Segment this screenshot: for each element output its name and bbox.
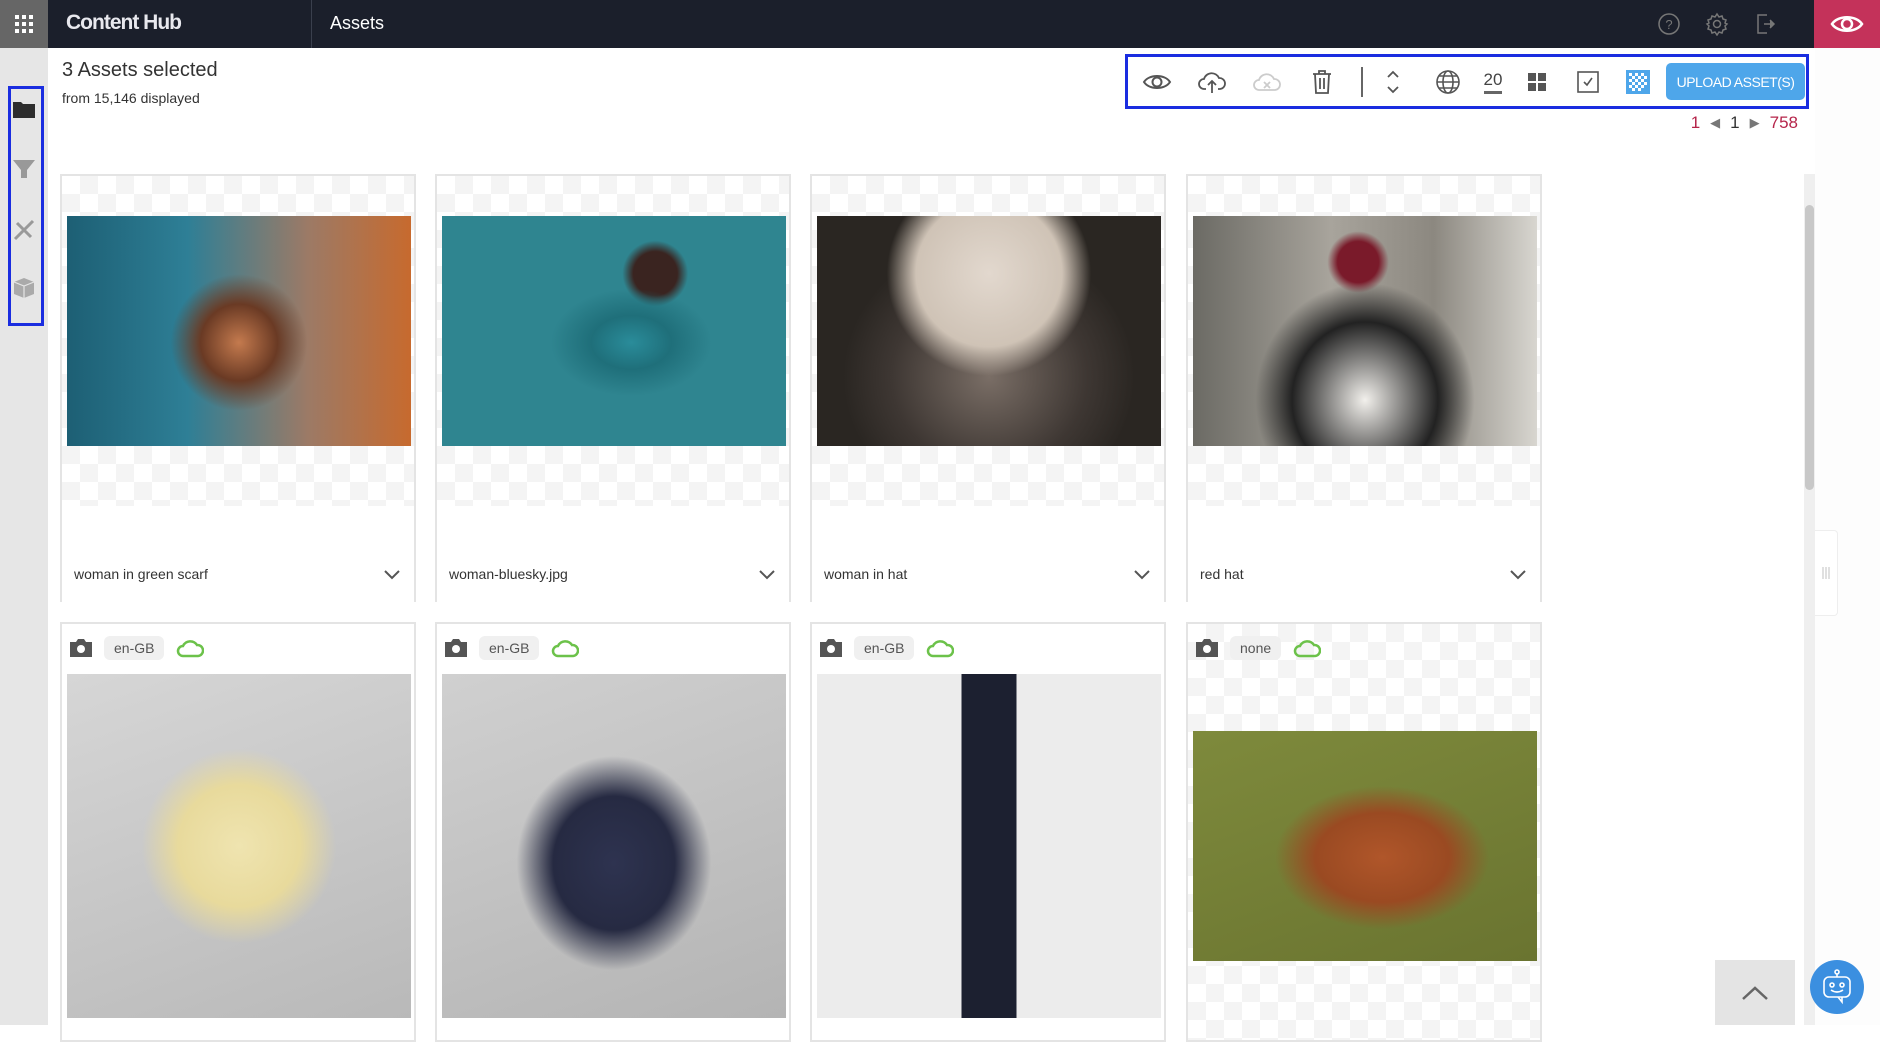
locale-badge: en-GB: [104, 636, 165, 660]
upload-assets-button[interactable]: UPLOAD ASSET(S): [1666, 63, 1805, 100]
asset-thumbnail[interactable]: [1193, 731, 1537, 961]
apps-grid-icon: [15, 15, 33, 33]
folder-icon[interactable]: [12, 98, 36, 122]
camera-icon: [1196, 639, 1218, 657]
chevron-down-icon[interactable]: [757, 564, 777, 584]
displayed-count: from 15,146 displayed: [62, 90, 200, 106]
panel-resize-handle[interactable]: [1815, 530, 1838, 616]
apps-grid-button[interactable]: [0, 0, 48, 48]
box-icon[interactable]: [12, 276, 36, 300]
asset-card[interactable]: en-GB: [435, 622, 791, 1042]
grid-view-button[interactable]: [1522, 67, 1552, 97]
cloud-remove-icon: [1253, 73, 1281, 91]
grid-view-icon: [1528, 73, 1546, 91]
preview-eye-icon: [1830, 16, 1864, 32]
asset-thumbnail[interactable]: [67, 674, 411, 1018]
filter-icon[interactable]: [12, 157, 36, 181]
help-icon[interactable]: ?: [1657, 12, 1681, 36]
first-page-link[interactable]: 1: [1691, 113, 1700, 133]
asset-meta: en-GB: [70, 636, 205, 660]
sort-button[interactable]: [1378, 67, 1408, 97]
asset-thumbnail[interactable]: [817, 674, 1161, 1018]
globe-icon: [1436, 70, 1460, 94]
top-bar: Content Hub Assets ?: [0, 0, 1880, 48]
asset-meta: en-GB: [445, 636, 580, 660]
language-button[interactable]: [1433, 67, 1463, 97]
camera-icon: [820, 639, 842, 657]
svg-text:?: ?: [1665, 17, 1672, 32]
delete-button[interactable]: [1307, 67, 1337, 97]
asset-title: woman in hat: [824, 566, 908, 582]
asset-thumbnail[interactable]: [442, 216, 786, 446]
cloud-published-icon: [1293, 640, 1322, 658]
asset-title: red hat: [1200, 566, 1244, 582]
asset-card[interactable]: woman in hat: [810, 174, 1166, 602]
camera-icon: [445, 639, 467, 657]
page-size-selector[interactable]: 20: [1478, 67, 1508, 97]
asset-card[interactable]: woman in green scarf: [60, 174, 416, 602]
cloud-upload-icon: [1198, 72, 1226, 93]
eye-icon: [1142, 75, 1172, 89]
toolbar-divider: [1361, 67, 1363, 97]
transparency-toggle[interactable]: [1623, 67, 1653, 97]
asset-toolbar: 20 UPLOAD ASSET(S): [1125, 54, 1809, 109]
pagination: 1 ◀ 1 ▶ 758: [1691, 113, 1798, 133]
preview-button[interactable]: [1814, 0, 1880, 48]
chatbot-button[interactable]: [1810, 960, 1864, 1014]
asset-meta: en-GB: [820, 636, 955, 660]
chevron-down-icon[interactable]: [382, 564, 402, 584]
back-to-top-button[interactable]: [1715, 960, 1795, 1025]
section-title: Assets: [330, 13, 385, 33]
scrollbar-thumb[interactable]: [1805, 205, 1814, 490]
view-button[interactable]: [1142, 67, 1172, 97]
divider: [311, 0, 312, 48]
cloud-published-icon: [552, 640, 580, 658]
select-checkbox-icon: [1577, 71, 1599, 93]
select-all-button[interactable]: [1573, 67, 1603, 97]
next-page-icon[interactable]: ▶: [1750, 115, 1760, 131]
transparency-icon: [1626, 70, 1650, 94]
asset-meta: none: [1196, 636, 1322, 660]
asset-thumbnail[interactable]: [817, 216, 1161, 446]
cloud-published-icon: [177, 640, 205, 658]
asset-thumbnail[interactable]: [67, 216, 411, 446]
current-page: 1: [1730, 113, 1740, 132]
chevron-down-icon[interactable]: [1508, 564, 1528, 584]
chevron-down-icon[interactable]: [1132, 564, 1152, 584]
selection-count: 3 Assets selected: [62, 59, 218, 81]
unpublish-button[interactable]: [1252, 67, 1282, 97]
last-page-link[interactable]: 758: [1770, 113, 1798, 133]
asset-thumbnail[interactable]: [442, 674, 786, 1018]
chevron-up-icon: [1742, 985, 1768, 1000]
settings-gear-icon[interactable]: [1705, 12, 1729, 36]
asset-card[interactable]: en-GB: [60, 622, 416, 1042]
upload-cloud-button[interactable]: [1197, 67, 1227, 97]
prev-page-icon[interactable]: ◀: [1710, 115, 1720, 131]
asset-title: woman in green scarf: [74, 566, 208, 582]
tools-icon[interactable]: [12, 218, 36, 242]
cloud-published-icon: [927, 640, 955, 658]
asset-card[interactable]: en-GB: [810, 622, 1166, 1042]
asset-card[interactable]: woman-bluesky.jpg: [435, 174, 791, 602]
locale-badge: en-GB: [479, 636, 540, 660]
asset-thumbnail[interactable]: [1193, 216, 1537, 446]
asset-card[interactable]: none: [1186, 622, 1542, 1042]
brand-logo[interactable]: Content Hub: [66, 11, 182, 35]
trash-icon: [1313, 70, 1331, 94]
drag-handle-icon: [1822, 567, 1830, 579]
locale-badge: en-GB: [854, 636, 915, 660]
asset-title: woman-bluesky.jpg: [449, 566, 568, 582]
chatbot-icon: [1823, 969, 1851, 1005]
logout-icon[interactable]: [1753, 12, 1777, 36]
asset-card[interactable]: red hat: [1186, 174, 1542, 602]
camera-icon: [70, 639, 92, 657]
page-size-value: 20: [1483, 70, 1503, 94]
locale-badge: none: [1230, 636, 1282, 660]
sort-icon: [1387, 70, 1399, 94]
